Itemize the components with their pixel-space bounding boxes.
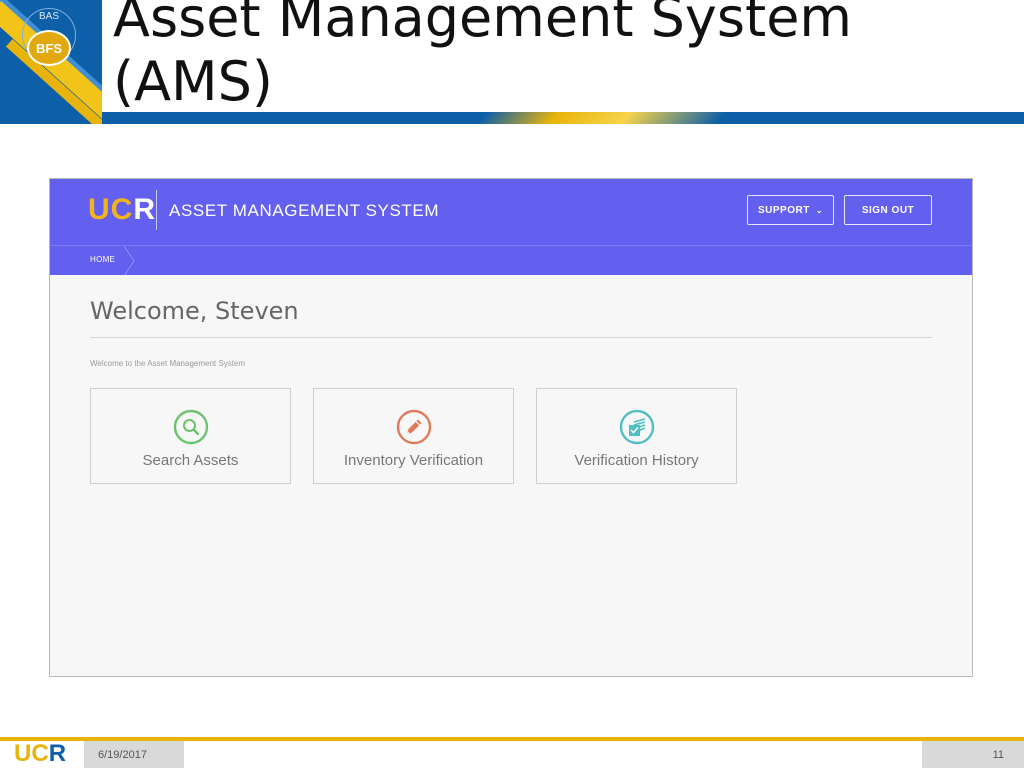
welcome-heading: Welcome, Steven bbox=[90, 297, 299, 325]
bfs-logo: BAS BFS bbox=[0, 0, 102, 124]
divider bbox=[90, 337, 932, 338]
slide-title-line-1: Asset Management System bbox=[113, 0, 853, 49]
breadcrumb-home[interactable]: HOME bbox=[90, 255, 115, 264]
breadcrumb: HOME bbox=[50, 245, 972, 276]
search-assets-tile[interactable]: Search Assets bbox=[90, 388, 291, 484]
support-button[interactable]: SUPPORT ⌄ bbox=[747, 195, 834, 225]
ucr-logo-c: C bbox=[110, 193, 134, 226]
tile-label: Search Assets bbox=[142, 452, 239, 469]
footer-logo-r: R bbox=[48, 740, 67, 767]
history-icon bbox=[619, 409, 654, 445]
slide-date: 6/19/2017 bbox=[98, 749, 147, 761]
tile-label: Verification History bbox=[574, 452, 699, 469]
slide-number: 11 bbox=[992, 749, 1004, 761]
ucr-logo[interactable]: UCR bbox=[88, 193, 156, 227]
bas-label: BAS bbox=[38, 11, 59, 22]
tile-label: Inventory Verification bbox=[343, 452, 484, 469]
header-accent-bar bbox=[102, 112, 1024, 124]
slide-header: BAS BFS Asset Management System (AMS) bbox=[0, 0, 1024, 124]
sign-out-button[interactable]: SIGN OUT bbox=[844, 195, 932, 225]
app-screenshot: UCR ASSET MANAGEMENT SYSTEM SUPPORT ⌄ SI… bbox=[49, 178, 973, 677]
welcome-subtext: Welcome to the Asset Management System bbox=[90, 359, 246, 368]
footer-page-box: 11 bbox=[922, 741, 1024, 768]
ucr-logo-u: U bbox=[88, 193, 111, 226]
chevron-down-icon: ⌄ bbox=[815, 205, 824, 215]
footer-logo-u: U bbox=[14, 740, 32, 767]
app-topbar: UCR ASSET MANAGEMENT SYSTEM SUPPORT ⌄ SI… bbox=[50, 179, 972, 245]
bfs-badge: BFS bbox=[27, 30, 71, 66]
slide-title: Asset Management System (AMS) bbox=[113, 0, 1013, 114]
verification-history-tile[interactable]: Verification History bbox=[536, 388, 737, 484]
app-body: Welcome, Steven Welcome to the Asset Man… bbox=[50, 275, 972, 676]
slide-title-line-2: (AMS) bbox=[113, 50, 273, 113]
ucr-logo-r: R bbox=[133, 193, 157, 226]
footer-logo-c: C bbox=[31, 740, 49, 767]
breadcrumb-separator-icon bbox=[123, 246, 135, 276]
search-icon bbox=[173, 409, 208, 445]
logo-divider bbox=[156, 190, 157, 230]
footer-ucr-logo: UCR bbox=[14, 740, 66, 768]
inventory-verification-tile[interactable]: Inventory Verification bbox=[313, 388, 514, 484]
pencil-icon bbox=[396, 409, 431, 445]
app-title: ASSET MANAGEMENT SYSTEM bbox=[169, 201, 440, 220]
support-button-label: SUPPORT bbox=[757, 204, 810, 216]
footer-date-box: 6/19/2017 bbox=[84, 741, 184, 768]
